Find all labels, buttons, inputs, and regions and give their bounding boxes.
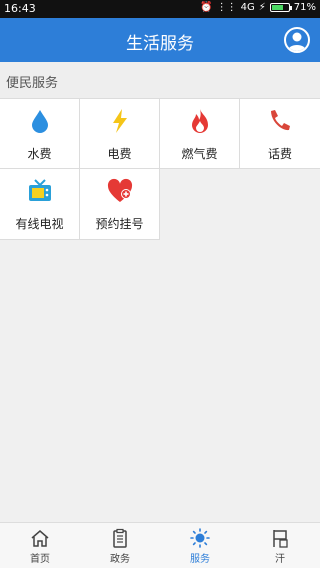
service-label: 话费 <box>267 147 292 161</box>
battery-cap <box>289 6 292 10</box>
page-title: 生活服务 <box>126 34 194 54</box>
service-label: 有线电视 <box>15 217 64 231</box>
nav-label: 服务 <box>190 554 210 565</box>
status-bar: 16:43 ⏰ ⋮⋮ 4G ⚡ 71% <box>0 0 320 18</box>
service-tv[interactable]: 有线电视 <box>0 169 80 240</box>
battery-percent: 71% <box>293 2 316 13</box>
status-indicators: ⏰ ⋮⋮ 4G ⚡ 71% <box>200 2 316 13</box>
battery-icon <box>269 3 292 12</box>
charging-icon: ⚡ <box>258 2 266 13</box>
service-label: 电费 <box>107 147 132 161</box>
section-header: 便民服务 <box>0 62 320 98</box>
flame-icon <box>192 109 208 133</box>
services-grid: 水费 电费 燃气费 话费 有线电视 预约挂号 <box>0 98 320 241</box>
alarm-icon: ⏰ <box>200 2 213 13</box>
service-label: 水费 <box>27 147 52 161</box>
nav-label: 政务 <box>110 554 130 565</box>
service-label: 预约挂号 <box>95 217 144 231</box>
sun-icon <box>190 528 210 548</box>
nav-home[interactable]: 首页 <box>0 523 80 568</box>
service-phone[interactable]: 话费 <box>240 98 320 169</box>
status-time: 16:43 <box>4 2 36 15</box>
nav-label: 汗 <box>275 554 285 565</box>
network-label: 4G <box>240 2 255 13</box>
nav-label: 首页 <box>30 554 50 565</box>
user-silhouette <box>288 32 306 51</box>
nav-government[interactable]: 政务 <box>80 523 160 568</box>
flag-icon <box>273 530 288 548</box>
nav-service[interactable]: 服务 <box>160 523 240 568</box>
signal-icon: ⋮⋮ <box>216 2 237 13</box>
service-electric[interactable]: 电费 <box>80 98 160 169</box>
service-label: 燃气费 <box>181 147 218 161</box>
bottom-nav: 首页 政务 服务 汗 <box>0 522 320 568</box>
heart-plus-icon <box>107 178 133 202</box>
service-gas[interactable]: 燃气费 <box>160 98 240 169</box>
service-water[interactable]: 水费 <box>0 98 80 169</box>
tv-icon <box>29 179 51 201</box>
service-hospital[interactable]: 预约挂号 <box>80 169 160 240</box>
clipboard-icon <box>113 528 127 548</box>
lightning-icon <box>113 109 127 133</box>
nav-fourth[interactable]: 汗 <box>240 523 320 568</box>
app-header: 生活服务 <box>0 18 320 62</box>
phone-icon <box>271 110 290 131</box>
water-drop-icon <box>32 110 48 133</box>
user-icon[interactable] <box>284 27 310 53</box>
home-icon <box>31 530 49 547</box>
battery-fill <box>271 5 284 10</box>
section-title: 便民服务 <box>6 76 59 91</box>
